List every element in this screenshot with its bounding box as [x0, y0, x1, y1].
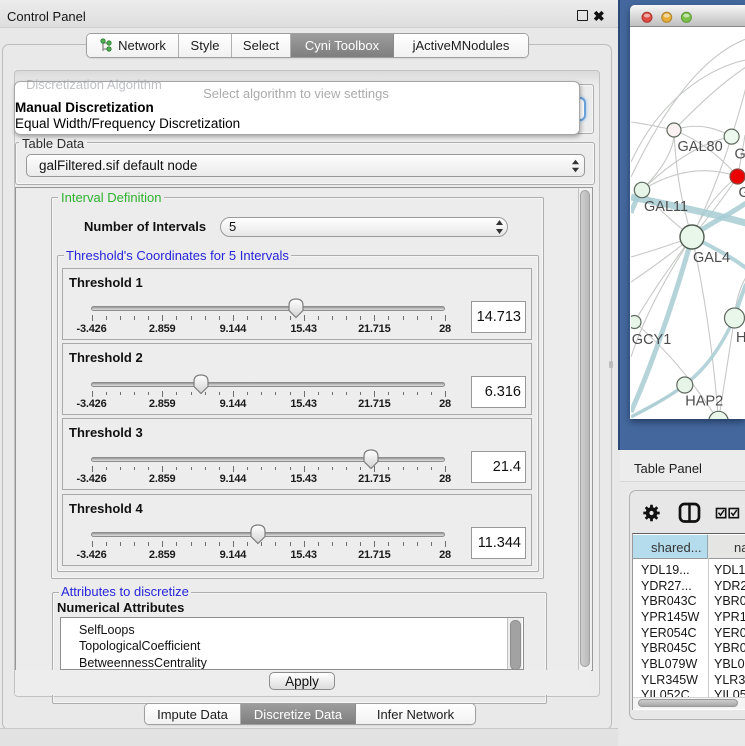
svg-text:HAP2: HAP2 — [685, 394, 723, 410]
svg-text:GCY1: GCY1 — [631, 332, 671, 348]
svg-text:GAL11: GAL11 — [644, 199, 688, 215]
svg-text:GAL80: GAL80 — [677, 139, 722, 155]
svg-text:H: H — [736, 330, 745, 346]
svg-text:GA: GA — [734, 147, 745, 163]
svg-text:G: G — [738, 185, 745, 201]
svg-text:GAL4: GAL4 — [693, 250, 730, 266]
